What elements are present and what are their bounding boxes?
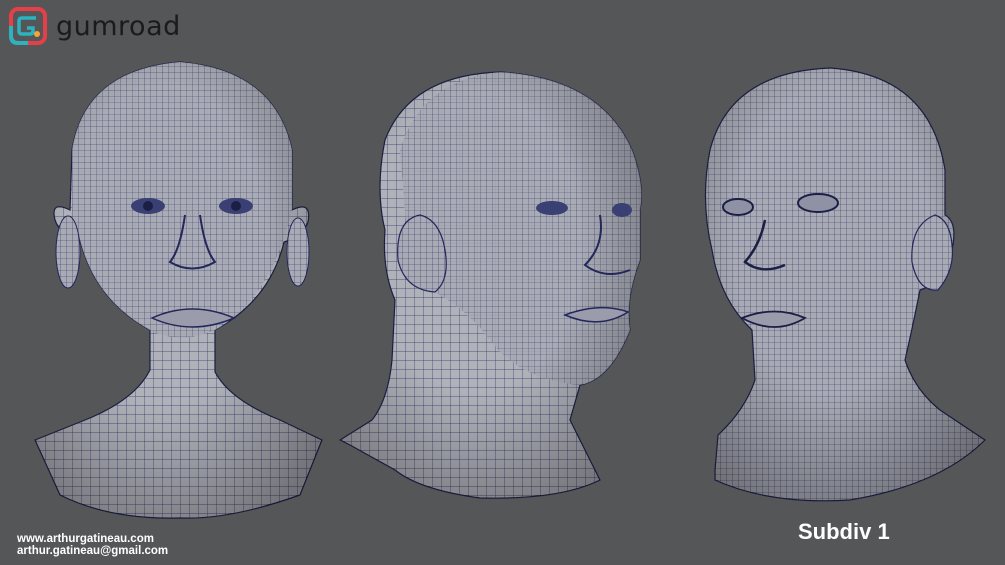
render-canvas: gumroad www.arthurgatineau.com arthur.ga… [0,0,1005,565]
subdivision-label: Subdiv 1 [798,519,890,544]
three-quarter-view-head [338,71,642,499]
heads-illustration [34,61,986,519]
gumroad-logo-icon [9,7,47,45]
front-view-head [34,61,323,519]
brand-name: gumroad [56,10,181,42]
author-website: www.arthurgatineau.com [17,533,154,545]
author-credits: www.arthurgatineau.com arthur.gatineau@g… [17,533,168,557]
angle-view-head [704,67,986,502]
author-email: arthur.gatineau@gmail.com [17,545,169,557]
gumroad-logo: gumroad [8,6,181,46]
